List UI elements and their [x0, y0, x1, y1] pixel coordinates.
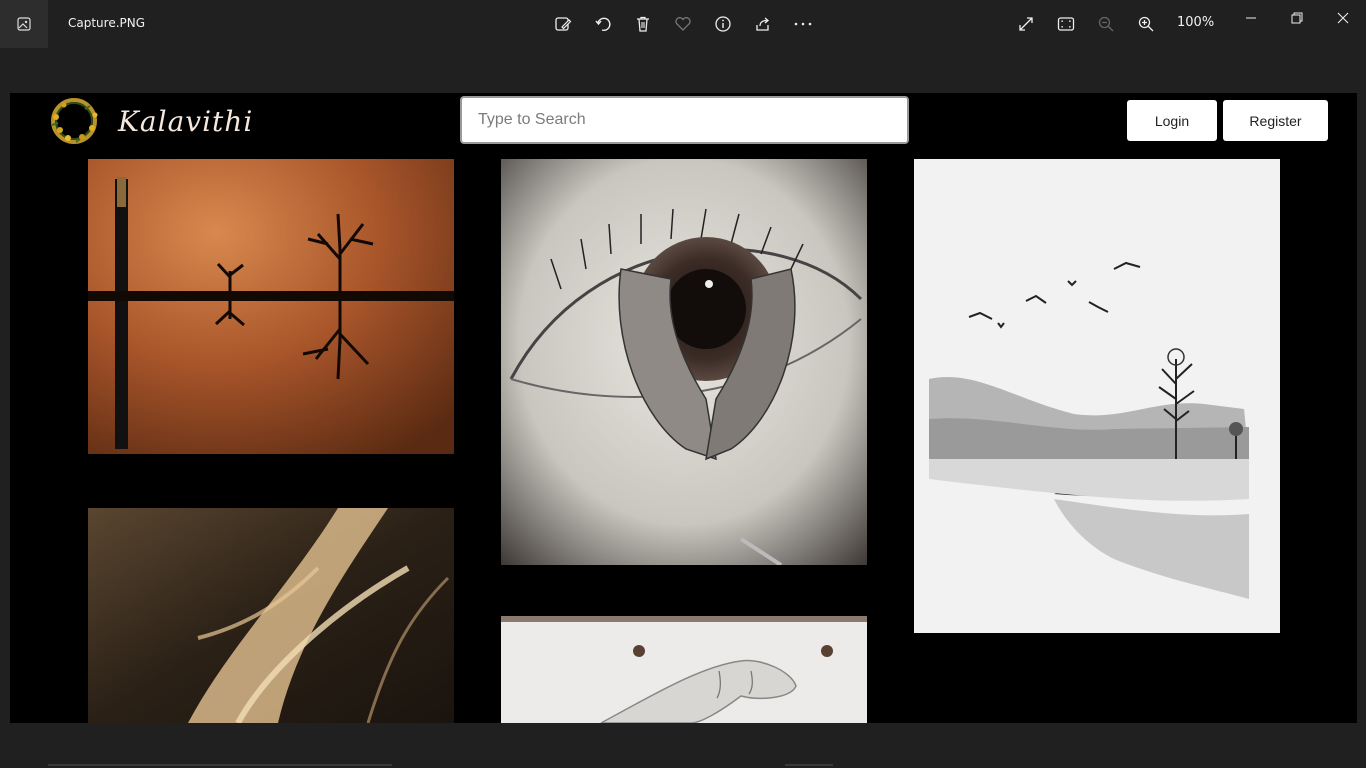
- favorite-icon[interactable]: [671, 12, 695, 36]
- site-logo-text: Kalavithi: [118, 105, 254, 138]
- gallery-item-eye-hands[interactable]: [501, 159, 867, 565]
- edit-image-icon[interactable]: [551, 12, 575, 36]
- photos-app-icon[interactable]: [0, 0, 48, 48]
- landscape-image: [914, 159, 1280, 633]
- share-icon[interactable]: [751, 12, 775, 36]
- eye-hands-image: [501, 159, 867, 565]
- info-icon[interactable]: [711, 12, 735, 36]
- minimize-icon[interactable]: [1241, 8, 1261, 28]
- hand-sketch-image: [501, 616, 867, 723]
- tree-reflection-image: [88, 159, 454, 454]
- restore-icon[interactable]: [1287, 8, 1307, 28]
- wreath-logo-icon: [51, 98, 98, 144]
- zoom-out-icon[interactable]: [1094, 12, 1118, 36]
- image-canvas: Kalavithi Login Register: [0, 48, 1366, 768]
- login-button[interactable]: Login: [1127, 100, 1217, 141]
- delete-icon[interactable]: [631, 12, 655, 36]
- close-icon[interactable]: [1333, 8, 1353, 28]
- fullscreen-icon[interactable]: [1014, 12, 1038, 36]
- displayed-image: Kalavithi Login Register: [10, 93, 1357, 723]
- image-icon: [17, 17, 31, 31]
- register-button[interactable]: Register: [1223, 100, 1328, 141]
- gallery-item-hand-sketch[interactable]: [501, 616, 867, 723]
- gallery-item-abstract-gold[interactable]: [88, 508, 454, 723]
- viewer-titlebar: Capture.PNG 100%: [0, 0, 1366, 48]
- zoom-level[interactable]: 100%: [1177, 15, 1214, 30]
- rotate-icon[interactable]: [591, 12, 615, 36]
- filmstrip-current-indicator: [785, 764, 833, 766]
- search-input[interactable]: [460, 96, 909, 144]
- more-icon[interactable]: [791, 12, 815, 36]
- gallery-item-landscape[interactable]: [914, 159, 1280, 633]
- gallery-item-tree-reflection[interactable]: [88, 159, 454, 454]
- file-name: Capture.PNG: [68, 16, 146, 30]
- abstract-gold-image: [88, 508, 454, 723]
- fit-to-window-icon[interactable]: [1054, 12, 1078, 36]
- site-logo[interactable]: Kalavithi: [38, 97, 268, 147]
- zoom-in-icon[interactable]: [1134, 12, 1158, 36]
- filmstrip-indicator: [48, 764, 392, 766]
